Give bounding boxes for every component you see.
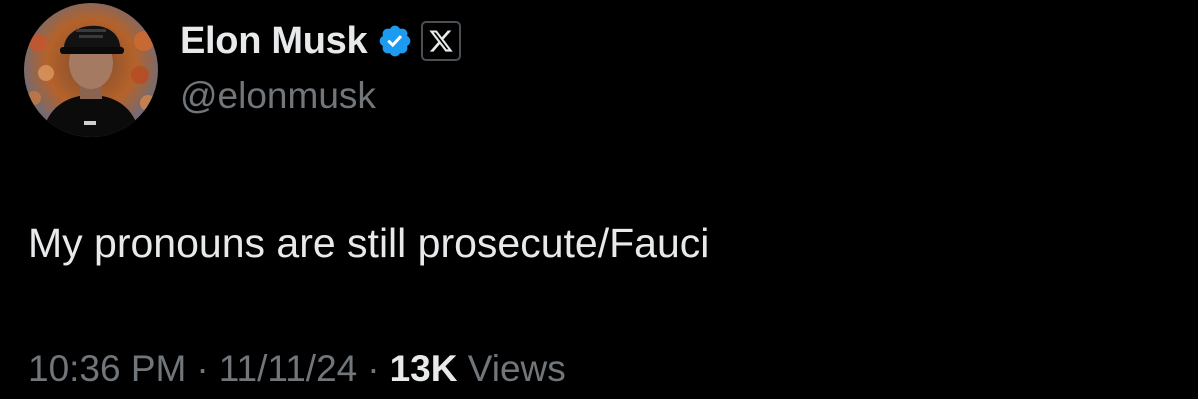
views-count[interactable]: 13K [390, 348, 458, 389]
author-name-row: Elon Musk [180, 16, 462, 66]
meta-separator: · [367, 348, 380, 389]
author-display-name[interactable]: Elon Musk [180, 22, 368, 60]
tweet-time[interactable]: 10:36 PM [28, 348, 186, 389]
avatar[interactable] [24, 3, 158, 137]
tweet-meta: 10:36 PM · 11/11/24 · 13K Views [28, 348, 566, 390]
meta-separator: · [196, 348, 209, 389]
tweet-date[interactable]: 11/11/24 [219, 348, 358, 389]
author-handle[interactable]: @elonmusk [180, 75, 376, 117]
x-logo-icon[interactable] [421, 21, 462, 61]
views-label: Views [467, 348, 566, 389]
tweet-text: My pronouns are still prosecute/Fauci [28, 220, 710, 266]
verified-badge-icon[interactable] [377, 23, 413, 59]
avatar-image [24, 3, 158, 137]
